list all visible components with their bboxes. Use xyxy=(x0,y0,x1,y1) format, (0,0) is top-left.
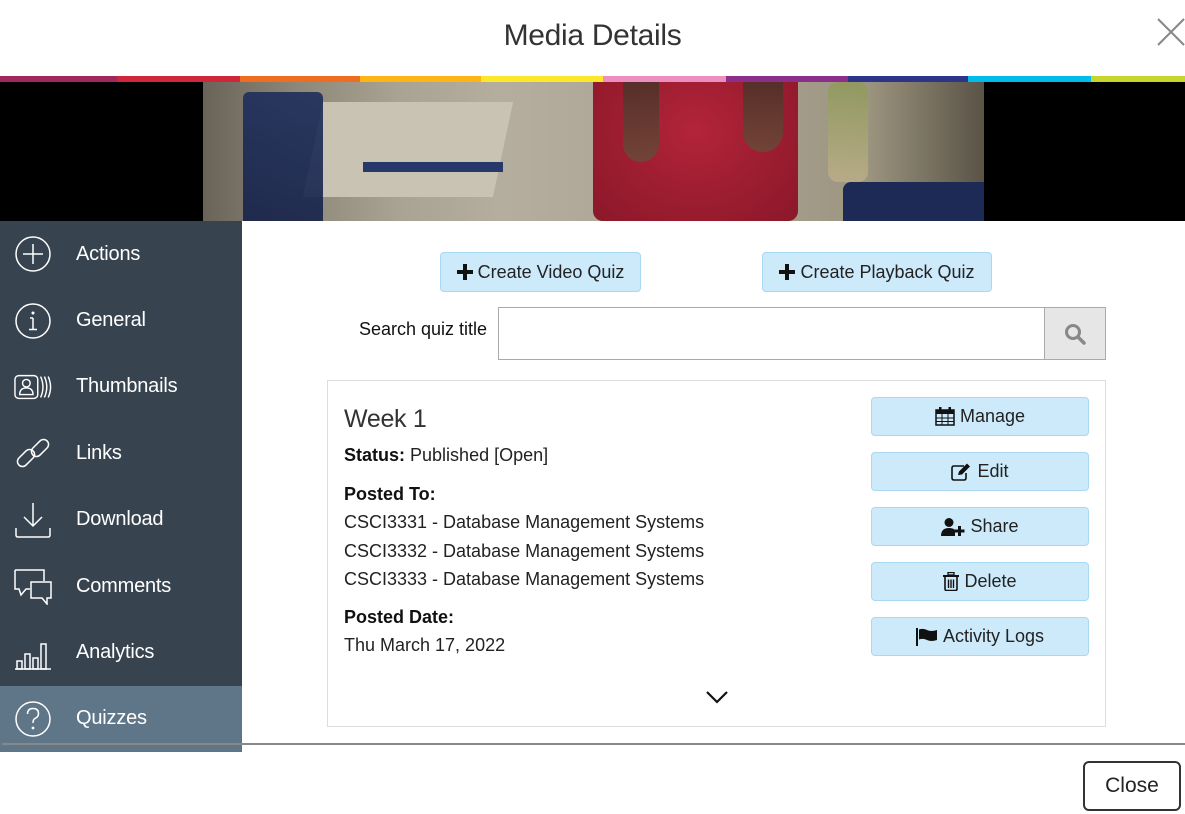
plus-circle-icon xyxy=(14,235,52,273)
edit-label: Edit xyxy=(977,461,1009,481)
plus-icon xyxy=(456,264,473,280)
edit-icon xyxy=(951,463,971,481)
posted-date: Thu March 17, 2022 xyxy=(344,635,506,655)
thumbnails-icon xyxy=(14,368,52,406)
create-video-quiz-button[interactable]: Create Video Quiz xyxy=(440,252,641,292)
posted-to-course: CSCI3332 - Database Management Systems xyxy=(344,541,705,561)
sidebar-item-label: Thumbnails xyxy=(76,375,178,398)
status-label: Status: xyxy=(344,445,406,465)
footer-divider xyxy=(0,742,1185,745)
sidebar-item-label: Analytics xyxy=(76,641,155,664)
media-details-modal: Media Details Actions General Thumbnails… xyxy=(0,0,1185,814)
posted-to-label: Posted To: xyxy=(344,484,436,504)
plus-icon xyxy=(779,264,796,280)
sidebar-item-thumbnails[interactable]: Thumbnails xyxy=(0,354,242,420)
create-playback-quiz-label: Create Playback Quiz xyxy=(800,261,975,282)
sidebar-item-label: Actions xyxy=(76,242,141,265)
link-icon xyxy=(14,434,52,472)
sidebar-item-actions[interactable]: Actions xyxy=(0,221,242,287)
posted-date-label: Posted Date: xyxy=(344,607,455,627)
manage-button[interactable]: Manage xyxy=(871,397,1089,436)
status-value: Published [Open] xyxy=(410,445,549,465)
sidebar-item-label: Download xyxy=(76,508,164,531)
close-button[interactable]: Close xyxy=(1083,761,1181,811)
share-label: Share xyxy=(970,516,1019,536)
calendar-icon xyxy=(935,407,955,426)
sidebar-item-label: Quizzes xyxy=(76,707,147,730)
modal-title: Media Details xyxy=(503,19,682,52)
delete-label: Delete xyxy=(964,571,1017,591)
search-quiz-label: Search quiz title xyxy=(359,319,488,339)
sidebar-item-comments[interactable]: Comments xyxy=(0,553,242,619)
delete-button[interactable]: Delete xyxy=(871,562,1089,601)
close-x-icon[interactable] xyxy=(1156,17,1185,47)
share-button[interactable]: Share xyxy=(871,507,1089,546)
sidebar-item-links[interactable]: Links xyxy=(0,420,242,486)
search-button[interactable] xyxy=(1044,307,1106,360)
quiz-title: Week 1 xyxy=(344,405,427,433)
create-playback-quiz-button[interactable]: Create Playback Quiz xyxy=(762,252,992,292)
quiz-status: Status: Published [Open] xyxy=(344,445,548,466)
activity-logs-label: Activity Logs xyxy=(942,626,1045,646)
info-circle-icon xyxy=(14,302,52,340)
sidebar-item-label: Comments xyxy=(76,574,172,597)
sidebar-nav: Actions General Thumbnails Links Downloa… xyxy=(0,221,242,753)
comments-icon xyxy=(14,567,52,606)
posted-to-course: CSCI3331 - Database Management Systems xyxy=(344,512,705,532)
question-circle-icon xyxy=(14,700,52,738)
activity-logs-button[interactable]: Activity Logs xyxy=(871,617,1089,656)
trash-icon xyxy=(943,572,960,591)
sidebar-item-label: General xyxy=(76,309,146,332)
modal-header: Media Details xyxy=(0,0,1185,76)
analytics-icon xyxy=(14,634,52,672)
quizzes-panel: Create Video Quiz Create Playback Quiz S… xyxy=(242,221,1185,744)
sidebar-item-download[interactable]: Download xyxy=(0,487,242,553)
quiz-card: Week 1 Status: Published [Open] Posted T… xyxy=(327,380,1106,727)
posted-to-course: CSCI3333 - Database Management Systems xyxy=(344,569,705,589)
user-plus-icon xyxy=(941,517,965,536)
search-quiz-input[interactable] xyxy=(498,307,1045,360)
edit-button[interactable]: Edit xyxy=(871,452,1089,491)
chevron-down-icon[interactable] xyxy=(705,689,729,705)
create-video-quiz-label: Create Video Quiz xyxy=(477,261,625,282)
download-icon xyxy=(14,501,52,539)
video-thumbnail xyxy=(203,82,984,221)
search-icon xyxy=(1065,323,1086,345)
manage-label: Manage xyxy=(959,406,1026,426)
sidebar-item-analytics[interactable]: Analytics xyxy=(0,619,242,685)
flag-icon xyxy=(915,627,937,646)
sidebar-item-general[interactable]: General xyxy=(0,287,242,353)
sidebar-item-label: Links xyxy=(76,441,122,464)
video-preview[interactable] xyxy=(0,82,1185,221)
